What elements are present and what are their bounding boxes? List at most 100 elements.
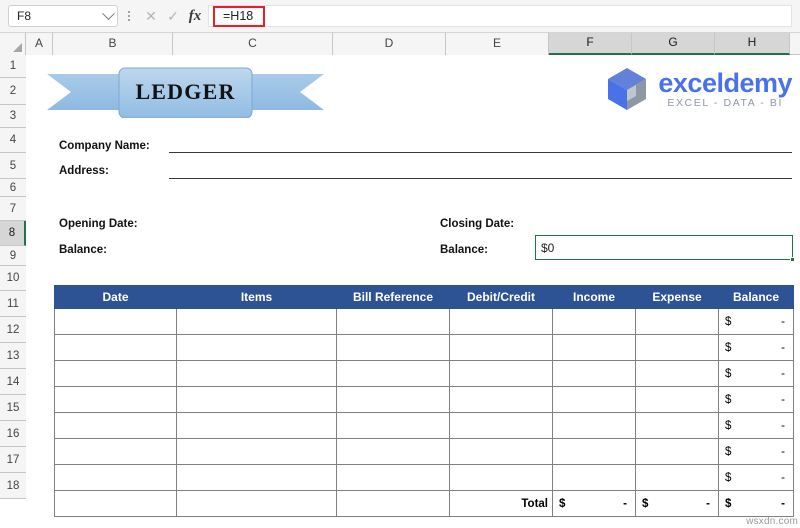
column-header-c[interactable]: C bbox=[173, 33, 333, 55]
cell-bill-reference[interactable] bbox=[336, 360, 450, 387]
cell-income[interactable] bbox=[552, 308, 636, 335]
cell-debit-credit[interactable] bbox=[449, 360, 553, 387]
row-header-2[interactable]: 2 bbox=[0, 78, 26, 105]
cell-income[interactable] bbox=[552, 360, 636, 387]
close-icon[interactable]: ✕ bbox=[140, 5, 162, 27]
cell-date[interactable] bbox=[54, 438, 177, 465]
cell-date[interactable] bbox=[54, 360, 177, 387]
total-income[interactable]: $ - bbox=[552, 490, 636, 517]
cell-debit-credit[interactable] bbox=[449, 386, 553, 413]
cell-items[interactable] bbox=[176, 308, 337, 335]
row-header-13[interactable]: 13 bbox=[0, 343, 26, 369]
cell-debit-credit[interactable] bbox=[449, 308, 553, 335]
cell-income[interactable] bbox=[552, 386, 636, 413]
cell-bill-reference[interactable] bbox=[336, 334, 450, 361]
table-row[interactable]: $ - bbox=[54, 334, 794, 361]
cell-expense[interactable] bbox=[635, 386, 719, 413]
worksheet-canvas[interactable]: LEDGER exceldemy EXCEL - DATA - BI Compa… bbox=[27, 55, 800, 528]
row-header-18[interactable]: 18 bbox=[0, 473, 26, 499]
cell-debit-credit[interactable] bbox=[449, 334, 553, 361]
fx-icon[interactable]: fx bbox=[184, 5, 206, 27]
cell-debit-credit[interactable] bbox=[449, 412, 553, 439]
table-header-items[interactable]: Items bbox=[176, 285, 337, 309]
table-header-expense[interactable]: Expense bbox=[635, 285, 719, 309]
cell-items[interactable] bbox=[176, 438, 337, 465]
row-header-1[interactable]: 1 bbox=[0, 55, 26, 78]
table-row[interactable]: $ - bbox=[54, 360, 794, 387]
column-header-a[interactable]: A bbox=[26, 33, 53, 55]
column-header-b[interactable]: B bbox=[53, 33, 173, 55]
column-header-f[interactable]: F bbox=[549, 33, 632, 55]
table-row[interactable]: $ - bbox=[54, 308, 794, 335]
cell-items[interactable] bbox=[176, 334, 337, 361]
row-header-16[interactable]: 16 bbox=[0, 421, 26, 447]
cell-bill-reference[interactable] bbox=[336, 464, 450, 491]
cell-balance[interactable]: $ - bbox=[718, 334, 794, 361]
table-header-bill-reference[interactable]: Bill Reference bbox=[336, 285, 450, 309]
row-header-14[interactable]: 14 bbox=[0, 369, 26, 395]
row-header-9[interactable]: 9 bbox=[0, 246, 26, 266]
cell-balance[interactable]: $ - bbox=[718, 308, 794, 335]
cell-expense[interactable] bbox=[635, 308, 719, 335]
row-header-11[interactable]: 11 bbox=[0, 291, 26, 317]
row-header-15[interactable]: 15 bbox=[0, 395, 26, 421]
table-row[interactable]: $ - bbox=[54, 386, 794, 413]
column-header-e[interactable]: E bbox=[446, 33, 549, 55]
cell-items[interactable] bbox=[176, 360, 337, 387]
cell-expense[interactable] bbox=[635, 464, 719, 491]
row-header-6[interactable]: 6 bbox=[0, 179, 26, 197]
chevron-down-icon[interactable] bbox=[102, 6, 115, 20]
cell-balance[interactable]: $ - bbox=[718, 438, 794, 465]
cell-income[interactable] bbox=[552, 334, 636, 361]
table-row[interactable]: $ - bbox=[54, 412, 794, 439]
select-all-corner[interactable] bbox=[0, 33, 26, 55]
selected-cell-f8[interactable]: $0 bbox=[535, 235, 793, 260]
cell-balance[interactable]: $ - bbox=[718, 412, 794, 439]
cell-bill-reference[interactable] bbox=[336, 412, 450, 439]
more-options-icon[interactable] bbox=[121, 11, 137, 21]
cell-income[interactable] bbox=[552, 464, 636, 491]
cell-bill-reference[interactable] bbox=[336, 386, 450, 413]
cell-income[interactable] bbox=[552, 438, 636, 465]
column-header-h[interactable]: H bbox=[715, 33, 790, 55]
cell-debit-credit[interactable] bbox=[449, 464, 553, 491]
cell-balance[interactable]: $ - bbox=[718, 360, 794, 387]
cell-expense[interactable] bbox=[635, 334, 719, 361]
row-header-3[interactable]: 3 bbox=[0, 105, 26, 128]
row-header-17[interactable]: 17 bbox=[0, 447, 26, 473]
row-header-7[interactable]: 7 bbox=[0, 197, 26, 221]
cell-date[interactable] bbox=[54, 334, 177, 361]
row-header-12[interactable]: 12 bbox=[0, 317, 26, 343]
total-balance[interactable]: $ - bbox=[718, 490, 794, 517]
cell-debit-credit[interactable] bbox=[449, 438, 553, 465]
name-box[interactable]: F8 bbox=[8, 5, 118, 27]
cell-balance[interactable]: $ - bbox=[718, 386, 794, 413]
cell-items[interactable] bbox=[176, 412, 337, 439]
table-header-balance[interactable]: Balance bbox=[718, 285, 794, 309]
table-row[interactable]: $ - bbox=[54, 438, 794, 465]
row-header-10[interactable]: 10 bbox=[0, 266, 26, 291]
column-header-g[interactable]: G bbox=[632, 33, 715, 55]
row-header-4[interactable]: 4 bbox=[0, 128, 26, 153]
cell-items[interactable] bbox=[176, 464, 337, 491]
cell-balance[interactable]: $ - bbox=[718, 464, 794, 491]
table-header-date[interactable]: Date bbox=[54, 285, 177, 309]
fill-handle[interactable] bbox=[790, 257, 795, 262]
table-header-income[interactable]: Income bbox=[552, 285, 636, 309]
cell-expense[interactable] bbox=[635, 360, 719, 387]
table-header-debit-credit[interactable]: Debit/Credit bbox=[449, 285, 553, 309]
column-header-d[interactable]: D bbox=[333, 33, 446, 55]
cell-items[interactable] bbox=[176, 386, 337, 413]
cell-income[interactable] bbox=[552, 412, 636, 439]
cell-date[interactable] bbox=[54, 308, 177, 335]
cell-bill-reference[interactable] bbox=[336, 438, 450, 465]
formula-input[interactable]: =H18 bbox=[208, 5, 792, 27]
cell-date[interactable] bbox=[54, 386, 177, 413]
cell-expense[interactable] bbox=[635, 438, 719, 465]
cell-bill-reference[interactable] bbox=[336, 308, 450, 335]
table-row[interactable]: $ - bbox=[54, 464, 794, 491]
cell-date[interactable] bbox=[54, 412, 177, 439]
row-header-8[interactable]: 8 bbox=[0, 221, 26, 246]
check-icon[interactable]: ✓ bbox=[162, 5, 184, 27]
cell-expense[interactable] bbox=[635, 412, 719, 439]
